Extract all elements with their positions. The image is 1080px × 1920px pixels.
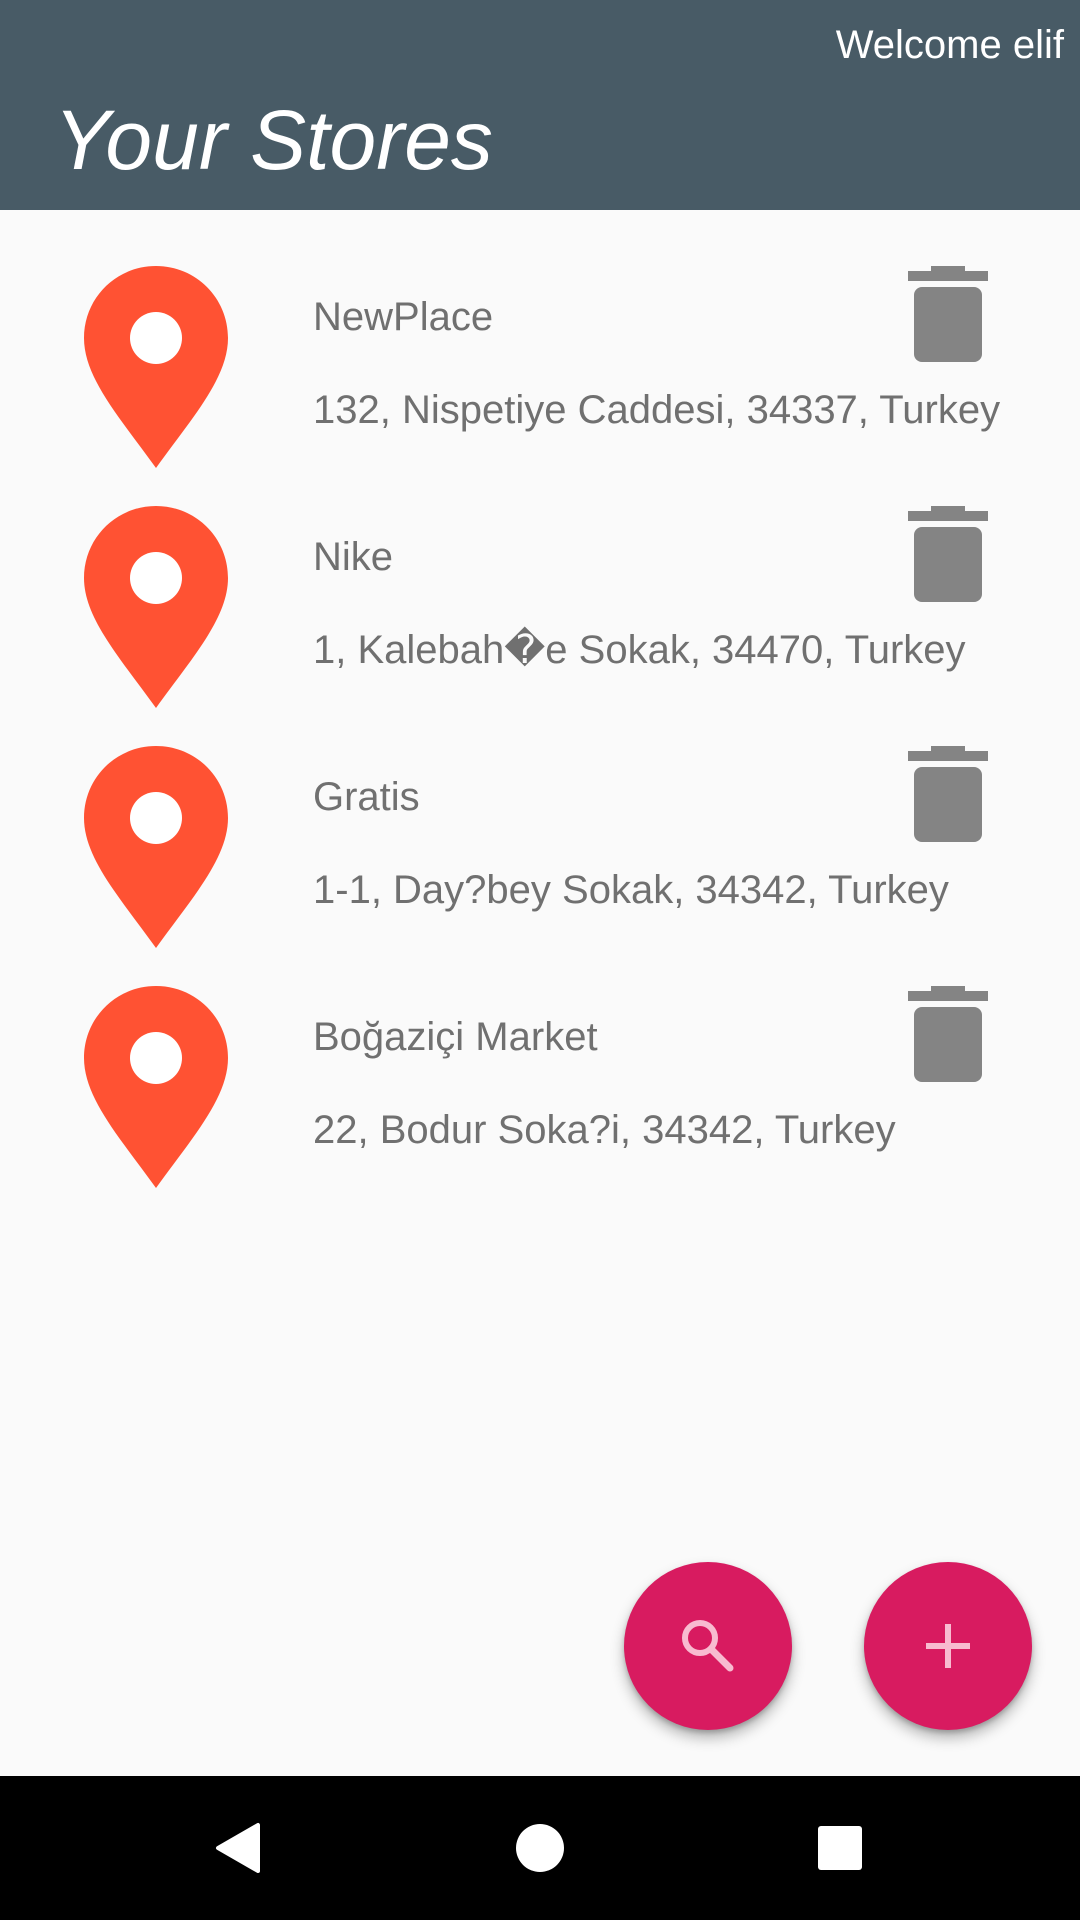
search-button[interactable] [624, 1562, 792, 1730]
back-triangle-icon [216, 1823, 260, 1873]
home-circle-icon [516, 1824, 564, 1872]
store-name: Nike [313, 535, 394, 579]
delete-button[interactable] [908, 506, 988, 602]
list-item[interactable]: Nike 1, Kalebah�e Sokak, 34470, Turkey [0, 450, 1080, 708]
delete-button[interactable] [908, 266, 988, 362]
store-address: 1-1, Day?bey Sokak, 34342, Turkey [313, 868, 949, 912]
map-pin-icon [84, 986, 228, 1188]
trash-icon [908, 746, 988, 842]
list-item[interactable]: Gratis 1-1, Day?bey Sokak, 34342, Turkey [0, 690, 1080, 948]
store-name: NewPlace [313, 295, 494, 339]
store-name: Gratis [313, 775, 420, 819]
store-address: 1, Kalebah�e Sokak, 34470, Turkey [313, 628, 966, 672]
plus-icon [926, 1624, 970, 1668]
map-pin-icon [84, 746, 228, 948]
delete-button[interactable] [908, 986, 988, 1082]
nav-recents-button[interactable] [795, 1803, 885, 1893]
store-name: Boğaziçi Market [313, 1015, 598, 1059]
map-pin-icon [84, 506, 228, 708]
nav-home-button[interactable] [495, 1803, 585, 1893]
page-title: Your Stores [54, 93, 493, 187]
trash-icon [908, 266, 988, 362]
trash-icon [908, 506, 988, 602]
store-list: NewPlace 132, Nispetiye Caddesi, 34337, … [0, 210, 1080, 1188]
add-store-button[interactable] [864, 1562, 1032, 1730]
search-icon [682, 1620, 734, 1672]
list-item[interactable]: NewPlace 132, Nispetiye Caddesi, 34337, … [0, 210, 1080, 468]
store-address: 22, Bodur Soka?i, 34342, Turkey [313, 1108, 896, 1152]
welcome-text: Welcome elif [835, 23, 1064, 67]
recents-square-icon [818, 1826, 862, 1870]
delete-button[interactable] [908, 746, 988, 842]
trash-icon [908, 986, 988, 1082]
map-pin-icon [84, 266, 228, 468]
system-navigation-bar [0, 1776, 1080, 1920]
app-bar: Welcome elif Your Stores [0, 0, 1080, 210]
nav-back-button[interactable] [196, 1803, 286, 1893]
store-address: 132, Nispetiye Caddesi, 34337, Turkey [313, 388, 1001, 432]
list-item[interactable]: Boğaziçi Market 22, Bodur Soka?i, 34342,… [0, 930, 1080, 1188]
